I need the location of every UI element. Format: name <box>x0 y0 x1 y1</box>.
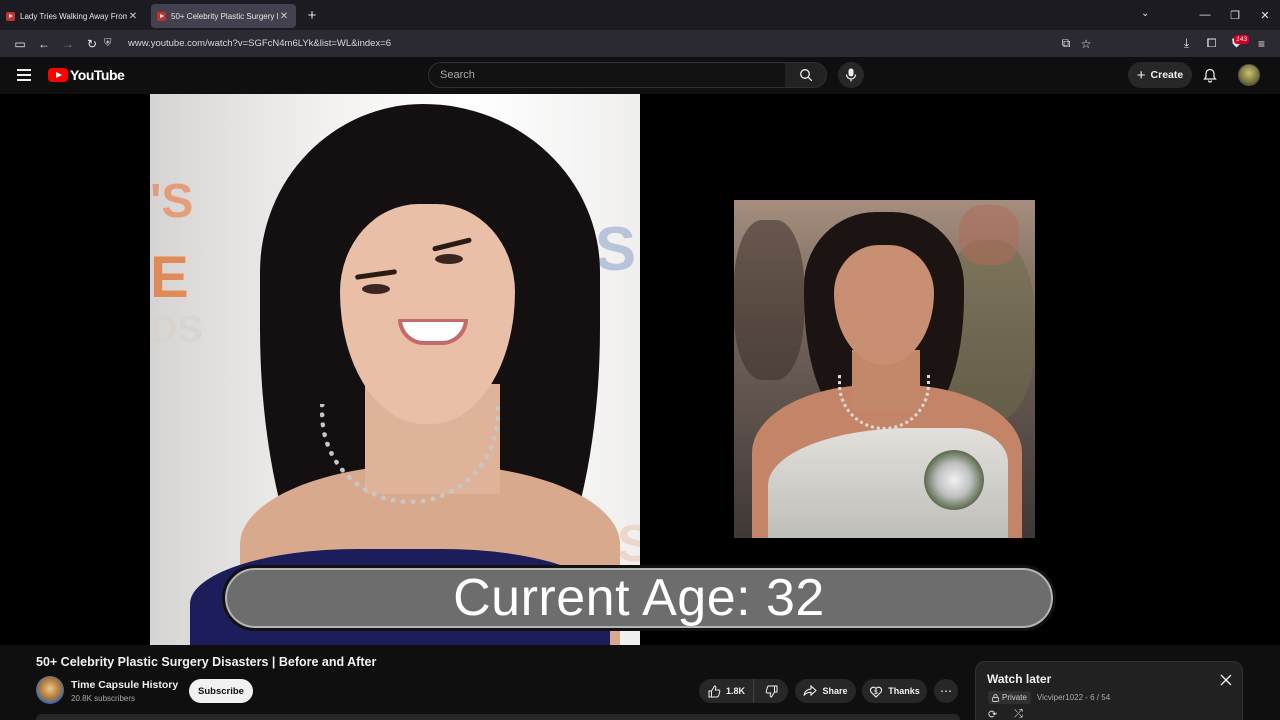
tab-title: 50+ Celebrity Plastic Surgery D <box>171 11 278 21</box>
portrait-eye <box>435 254 463 264</box>
close-tab-icon[interactable]: ✕ <box>127 11 139 22</box>
subscribe-button[interactable]: Subscribe <box>189 679 253 703</box>
account-avatar[interactable] <box>1238 64 1260 86</box>
youtube-play-logo-icon <box>48 68 68 82</box>
background-crowd <box>734 220 804 380</box>
extensions-icon[interactable]: ⧠ <box>1199 36 1224 51</box>
photo-backdrop-logo: E <box>150 245 189 310</box>
like-dislike-group: 1.8K <box>699 679 788 703</box>
bell-icon <box>1203 68 1217 83</box>
plus-icon: + <box>1136 66 1146 84</box>
close-tab-icon[interactable]: ✕ <box>278 11 290 22</box>
window-close-icon[interactable]: ✕ <box>1250 9 1280 22</box>
thanks-label: Thanks <box>888 686 920 696</box>
screen: Lady Tries Walking Away From C ✕ 50+ Cel… <box>0 0 1280 720</box>
ublock-extension-icon[interactable]: ⛊143 <box>1224 35 1249 51</box>
minimize-icon[interactable]: — <box>1190 9 1220 21</box>
like-button[interactable]: 1.8K <box>699 679 754 703</box>
video-title: 50+ Celebrity Plastic Surgery Disasters … <box>36 655 377 669</box>
thanks-heart-dollar-icon: $ <box>870 686 883 698</box>
shield-lock-icon: ⛨ <box>104 38 112 49</box>
share-label: Share <box>822 686 848 696</box>
browser-nav-bar: ▭ ← → ↻ ⛨ www.youtube.com/watch?v=SGFcN4… <box>0 30 1280 57</box>
more-horizontal-icon: ⋯ <box>940 684 952 698</box>
photo-backdrop-logo: DS <box>150 309 203 351</box>
downloads-icon[interactable]: ⤓ <box>1174 36 1199 51</box>
microphone-icon <box>845 68 857 82</box>
privacy-label: Private <box>1002 693 1027 702</box>
youtube-logo[interactable]: YouTube <box>48 67 125 83</box>
youtube-favicon-icon <box>6 11 15 21</box>
close-icon <box>1220 674 1232 686</box>
address-bar-actions: ⧉ ☆ <box>1056 30 1096 57</box>
dress-flower-ornament <box>924 450 984 510</box>
before-photo: 'S E DS BS E'S <box>150 94 640 645</box>
url-text: www.youtube.com/watch?v=SGFcN4m6LYk&list… <box>128 38 392 49</box>
search-icon <box>799 69 812 82</box>
video-info-area: 50+ Celebrity Plastic Surgery Disasters … <box>0 645 1280 720</box>
browser-tab-active[interactable]: 50+ Celebrity Plastic Surgery D ✕ <box>151 4 296 28</box>
notifications-button[interactable] <box>1201 66 1219 84</box>
search-input[interactable] <box>440 69 770 81</box>
thanks-button[interactable]: $ Thanks <box>862 679 927 703</box>
portrait-eye <box>362 284 390 294</box>
age-caption-banner: Current Age: 32 <box>222 565 1056 631</box>
more-actions-button[interactable]: ⋯ <box>934 679 958 703</box>
video-player[interactable]: 'S E DS BS E'S <box>0 94 1280 645</box>
after-photo <box>734 200 1035 538</box>
create-label: Create <box>1150 69 1184 81</box>
address-bar[interactable]: ⛨ www.youtube.com/watch?v=SGFcN4m6LYk&li… <box>104 33 1098 54</box>
thumbs-down-icon <box>765 685 777 698</box>
privacy-badge: Private <box>988 691 1031 704</box>
forward-icon[interactable]: → <box>56 37 80 51</box>
lock-icon <box>992 693 999 702</box>
playlist-meta: Private Vicviper1022 - 6 / 54 <box>988 691 1110 704</box>
window-controls: — ❐ ✕ <box>1190 0 1280 30</box>
reload-icon[interactable]: ↻ <box>80 37 104 51</box>
toolbar-actions: ⤓ ⧠ ⛊143 ≡ <box>1174 30 1274 57</box>
age-caption-text: Current Age: 32 <box>453 569 825 627</box>
browser-tab-strip: Lady Tries Walking Away From C ✕ 50+ Cel… <box>0 0 1280 30</box>
menu-icon[interactable]: ≡ <box>1249 37 1274 51</box>
list-all-tabs-chevron-icon[interactable]: ⌄ <box>1141 8 1149 19</box>
share-icon <box>803 685 818 697</box>
picture-in-picture-icon[interactable]: ⧉ <box>1056 36 1076 51</box>
description-box[interactable] <box>36 714 960 720</box>
hamburger-menu-icon[interactable] <box>17 69 31 81</box>
photo-backdrop-logo: 'S <box>150 175 194 228</box>
channel-avatar[interactable] <box>36 676 64 704</box>
channel-name[interactable]: Time Capsule History <box>71 679 178 691</box>
playlist-panel: Watch later Private Vicviper1022 - 6 / 5… <box>975 661 1243 720</box>
new-tab-icon[interactable]: + <box>300 7 324 24</box>
loop-icon[interactable]: ⟳ <box>988 708 1014 720</box>
tab-title: Lady Tries Walking Away From C <box>20 11 127 21</box>
youtube-logo-text: YouTube <box>70 67 125 83</box>
subscriber-count: 20.8K subscribers <box>71 694 136 703</box>
restore-icon[interactable]: ❐ <box>1220 9 1250 22</box>
like-count: 1.8K <box>726 686 746 696</box>
share-button[interactable]: Share <box>795 679 856 703</box>
background-crowd <box>959 205 1019 265</box>
extension-badge: 143 <box>1234 35 1249 44</box>
thumbs-up-icon <box>708 684 721 697</box>
browser-tab[interactable]: Lady Tries Walking Away From C ✕ <box>0 4 145 28</box>
sidebar-toggle-icon[interactable]: ▭ <box>8 37 32 51</box>
bookmark-star-icon[interactable]: ☆ <box>1076 37 1096 51</box>
search-box <box>428 62 786 88</box>
youtube-header: YouTube + Create <box>0 57 1280 94</box>
create-button[interactable]: + Create <box>1128 62 1192 88</box>
search-button[interactable] <box>785 62 827 88</box>
voice-search-button[interactable] <box>838 62 864 88</box>
dislike-button[interactable] <box>754 685 788 698</box>
close-playlist-button[interactable] <box>1218 672 1234 688</box>
shuffle-icon[interactable]: ⤮ <box>1014 708 1040 720</box>
playlist-owner-position: Vicviper1022 - 6 / 54 <box>1036 693 1111 702</box>
back-icon[interactable]: ← <box>32 37 56 51</box>
playlist-title[interactable]: Watch later <box>987 672 1051 686</box>
playlist-controls: ⟳ ⤮ <box>988 708 1040 720</box>
youtube-favicon-icon <box>157 11 166 21</box>
